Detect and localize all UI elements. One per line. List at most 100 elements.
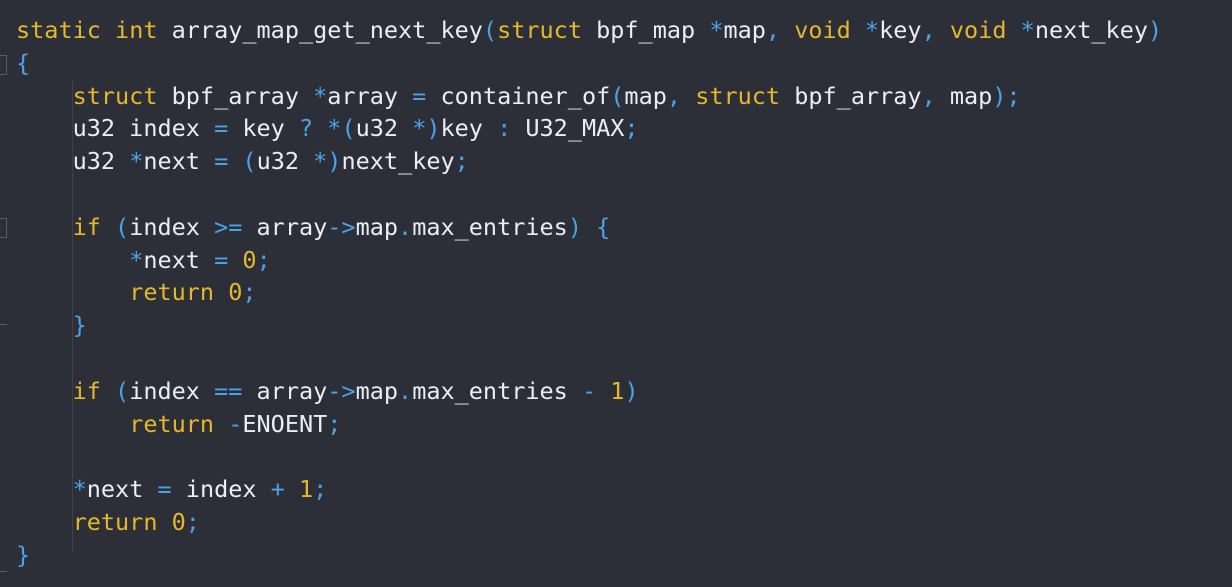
code-token: ?	[298, 114, 314, 143]
code-token: =	[214, 245, 229, 274]
code-token: void	[794, 16, 851, 44]
code-token: -	[228, 409, 243, 438]
code-token: map	[355, 376, 399, 405]
code-token: ->	[327, 376, 356, 405]
code-line: u32 index = key ? *(u32 *)key : U32_MAX;	[0, 112, 1232, 145]
code-line: if (index >= array->map.max_entries) {	[0, 211, 1232, 244]
code-token: next	[143, 245, 215, 274]
code-token: ,	[921, 16, 936, 44]
code-token: return	[129, 409, 215, 438]
code-token: >=	[214, 212, 243, 241]
code-token: ;	[624, 114, 639, 143]
code-line: return 0;	[0, 506, 1232, 539]
code-token: *)	[412, 114, 441, 143]
code-token: key	[879, 16, 922, 44]
code-token: 1	[299, 475, 314, 504]
code-token: *	[864, 16, 880, 44]
code-token: map	[355, 212, 399, 241]
code-token: ==	[214, 376, 243, 405]
code-token: return	[129, 278, 215, 307]
code-token: map	[935, 81, 993, 110]
code-token: key	[228, 114, 299, 143]
code-token: if	[72, 212, 101, 241]
code-token: *)	[313, 147, 342, 176]
code-token: =	[412, 81, 427, 110]
code-token: array_map_get_next_key	[157, 16, 483, 44]
code-token: next	[143, 147, 215, 176]
code-token: ,	[765, 16, 781, 44]
code-area[interactable]: static int array_map_get_next_key(struct…	[0, 14, 1232, 572]
code-token: map	[624, 81, 667, 110]
code-token: container_of	[426, 81, 611, 110]
code-token: *(	[327, 114, 356, 143]
code-token: static	[16, 16, 101, 44]
code-token: 1	[610, 376, 625, 405]
code-token: *	[72, 475, 87, 504]
code-token: ->	[327, 212, 356, 241]
code-token: void	[949, 16, 1007, 44]
code-token: array	[242, 212, 328, 241]
code-line: *next = index + 1;	[0, 473, 1232, 506]
code-token: )	[1148, 16, 1163, 44]
code-token: ,	[666, 81, 682, 110]
code-token: return	[72, 507, 158, 536]
code-token: if	[72, 376, 101, 405]
code-token: (	[242, 147, 257, 176]
code-token: struct	[497, 16, 582, 44]
code-token: index	[129, 212, 215, 241]
code-token: u32 index	[16, 114, 215, 143]
code-token: index	[171, 475, 271, 504]
code-token: *	[709, 16, 724, 44]
code-token: ;	[454, 147, 469, 176]
code-token: key	[440, 114, 498, 143]
code-token: map	[723, 16, 766, 44]
code-token: u32	[256, 147, 314, 176]
code-token: }	[72, 311, 87, 340]
code-token: (	[482, 16, 498, 44]
code-token: 0	[242, 245, 257, 274]
code-line: }	[0, 309, 1232, 342]
code-token: (	[115, 376, 130, 405]
code-token: ;	[327, 409, 342, 438]
code-editor[interactable]: static int array_map_get_next_key(struct…	[0, 0, 1232, 587]
code-token: *	[129, 147, 144, 176]
code-token: next_key	[341, 147, 455, 176]
code-line: u32 *next = (u32 *)next_key;	[0, 145, 1232, 178]
code-token: u32	[16, 147, 130, 176]
code-token: }	[16, 540, 31, 569]
code-token: array	[327, 81, 413, 110]
code-token: bpf_map	[581, 16, 710, 44]
code-token: .	[398, 376, 413, 405]
code-line: struct bpf_array *array = container_of(m…	[0, 80, 1232, 113]
code-token: ;	[256, 245, 271, 274]
code-token: {	[16, 48, 31, 77]
code-token: index	[129, 376, 215, 405]
code-token: ;	[313, 475, 328, 504]
code-token: max_entries	[412, 376, 582, 405]
code-line: }	[0, 539, 1232, 572]
code-line: {	[0, 47, 1232, 80]
code-token: max_entries	[412, 212, 568, 241]
code-token: *	[313, 81, 328, 110]
code-token: =	[214, 114, 229, 143]
